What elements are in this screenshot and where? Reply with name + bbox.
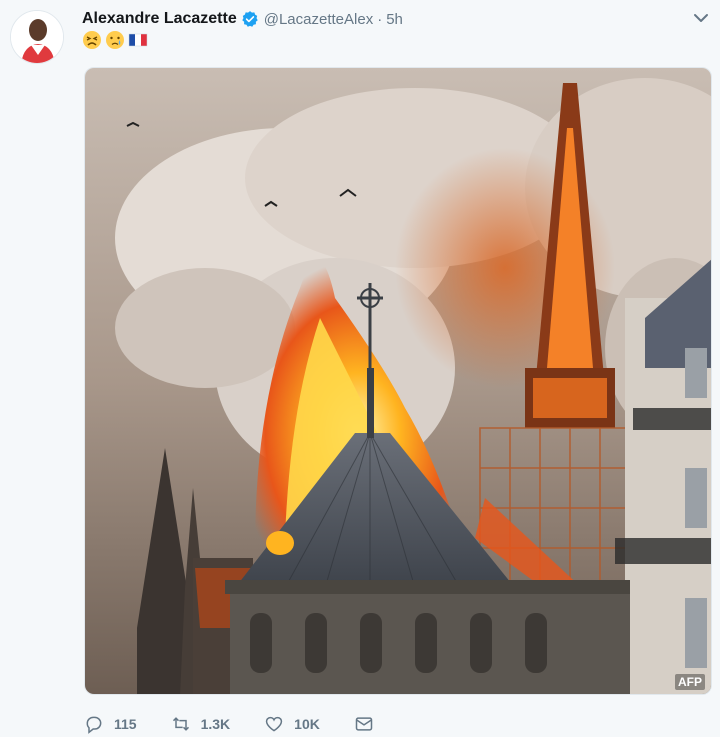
reply-icon <box>84 714 104 734</box>
crying-face-emoji-icon <box>105 30 125 50</box>
author-avatar[interactable] <box>10 10 64 64</box>
separator-dot: · <box>377 10 383 28</box>
retweet-count: 1.3K <box>200 716 231 732</box>
verified-badge-icon <box>241 10 259 28</box>
like-count: 10K <box>294 716 320 732</box>
tweet-header: Alexandre Lacazette @LacazetteAlex · 5h <box>82 8 403 30</box>
photo-credit: AFP <box>675 674 705 690</box>
reply-button[interactable]: 115 <box>84 714 137 734</box>
tweet-timestamp[interactable]: 5h <box>386 11 403 28</box>
tired-face-emoji-icon <box>82 30 102 50</box>
chevron-down-icon[interactable] <box>692 11 710 25</box>
envelope-icon <box>354 714 374 734</box>
flag-france-emoji-icon <box>128 30 148 50</box>
tweet-actions: 115 1.3K 10K <box>84 712 408 736</box>
retweet-button[interactable]: 1.3K <box>171 714 231 734</box>
heart-icon <box>264 714 284 734</box>
author-name[interactable]: Alexandre Lacazette <box>82 10 237 28</box>
tweet: Alexandre Lacazette @LacazetteAlex · 5h <box>0 0 720 737</box>
tweet-text-emojis <box>82 30 148 50</box>
author-handle[interactable]: @LacazetteAlex <box>264 11 373 28</box>
tweet-photo[interactable]: AFP <box>84 67 712 695</box>
retweet-icon <box>171 714 191 734</box>
direct-message-button[interactable] <box>354 714 374 734</box>
reply-count: 115 <box>114 716 137 732</box>
like-button[interactable]: 10K <box>264 714 320 734</box>
